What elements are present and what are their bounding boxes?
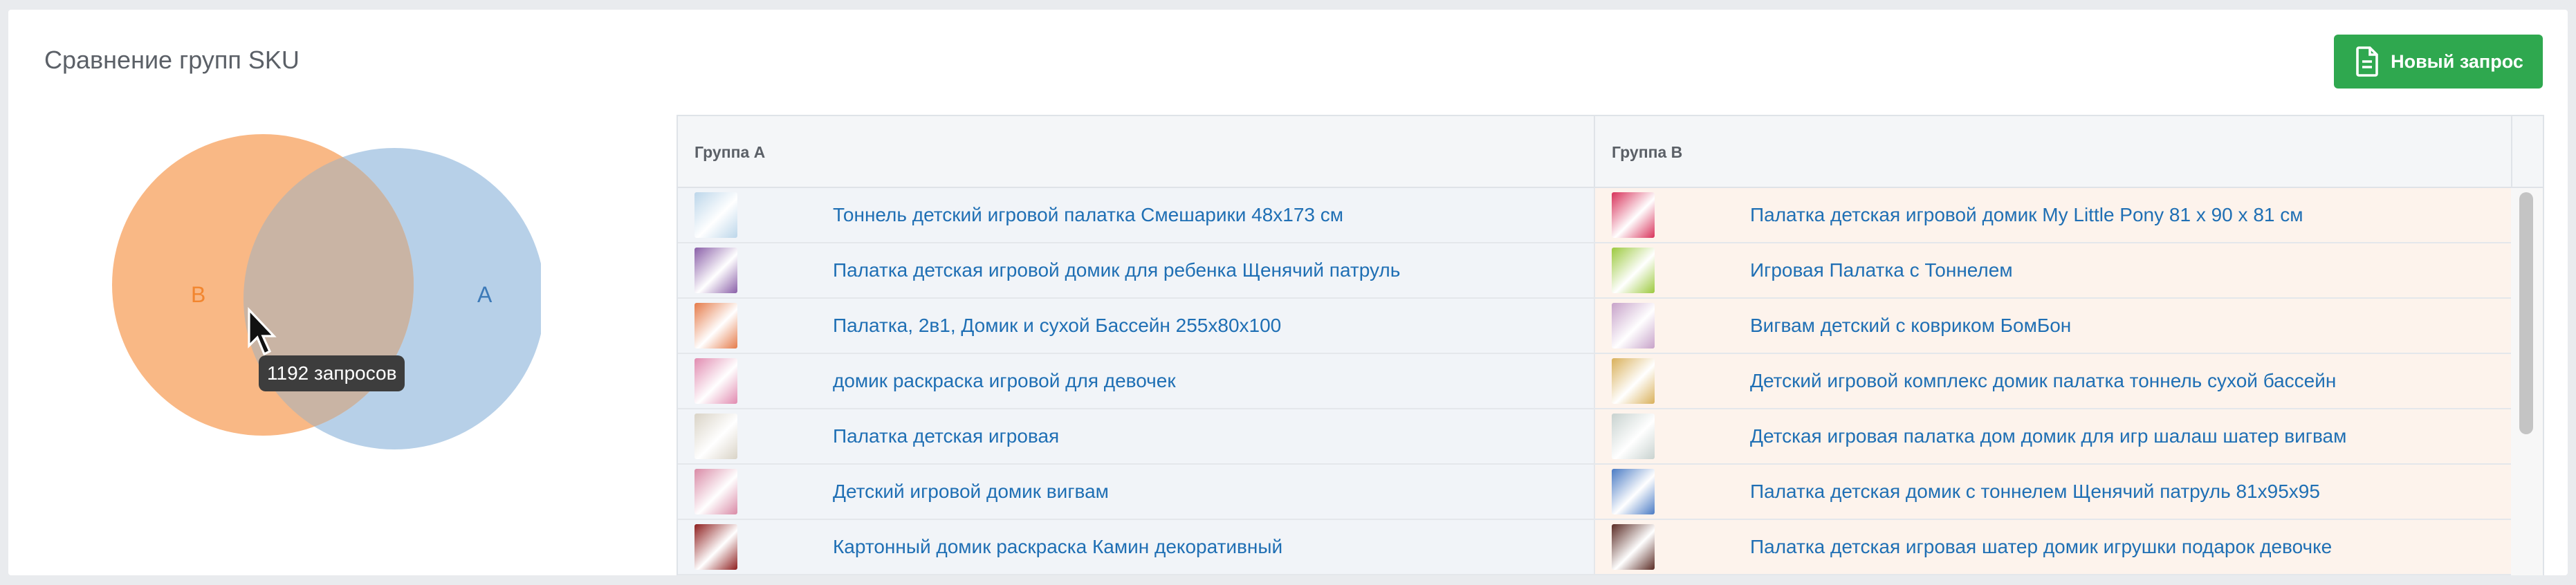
product-thumbnail[interactable] [694,524,737,570]
product-link[interactable]: Палатка детская игровая [833,425,1059,447]
product-thumbnail[interactable] [694,469,737,514]
product-link[interactable]: Тоннель детский игровой палатка Смешарик… [833,204,1343,226]
group-b-cell: Палатка детская домик с тоннелем Щенячий… [1595,465,2514,519]
product-thumbnail[interactable] [1612,358,1655,404]
product-link[interactable]: домик раскраска игровой для девочек [833,370,1176,392]
group-a-cell: Палатка детская игровая [678,409,1595,463]
product-link[interactable]: Палатка детская домик с тоннелем Щенячий… [1750,481,2320,503]
group-b-cell: Детская игровая палатка дом домик для иг… [1595,409,2514,463]
product-thumbnail[interactable] [1612,524,1655,570]
table-row: Тоннель детский игровой палатка Смешарик… [678,188,2514,243]
product-link[interactable]: Детский игровой домик вигвам [833,481,1109,503]
document-icon [2353,46,2381,77]
product-link[interactable]: Палатка детская игровая шатер домик игру… [1750,536,2332,558]
group-a-cell: Картонный домик раскраска Камин декорати… [678,520,1595,574]
column-header-group-a[interactable]: Группа A [678,116,1595,188]
product-link[interactable]: Палатка детская игровой домик для ребенк… [833,259,1400,281]
table-body: Тоннель детский игровой палатка Смешарик… [678,188,2514,575]
table-row: Палатка детская игровая Детская игровая п… [678,409,2514,465]
scrollbar-thumb[interactable] [2519,192,2533,434]
product-thumbnail[interactable] [1612,248,1655,293]
table-row: Детский игровой домик вигвам Палатка детс… [678,465,2514,520]
column-header-group-b[interactable]: Группа B [1595,116,2512,188]
sku-compare-panel: Сравнение групп SKU Новый запрос B A 119… [8,10,2568,575]
venn-label-a: A [477,282,493,307]
table-row: домик раскраска игровой для девочек Детск… [678,354,2514,409]
product-link[interactable]: Вигвам детский с ковриком БомБон [1750,315,2071,337]
product-thumbnail[interactable] [694,303,737,349]
product-thumbnail[interactable] [1612,414,1655,459]
sku-groups-table: Группа A Группа B Тоннель детский игрово… [677,115,2544,575]
product-thumbnail[interactable] [1612,192,1655,238]
venn-label-b: B [191,282,206,307]
group-b-cell: Игровая Палатка с Тоннелем [1595,243,2514,297]
group-b-cell: Палатка детская игровой домик My Little … [1595,188,2514,242]
new-request-button[interactable]: Новый запрос [2334,35,2543,89]
mouse-pointer-icon [246,306,281,358]
panel-title: Сравнение групп SKU [44,46,300,74]
product-link[interactable]: Детский игровой комплекс домик палатка т… [1750,370,2336,392]
group-b-cell: Вигвам детский с ковриком БомБон [1595,299,2514,353]
group-b-cell: Детский игровой комплекс домик палатка т… [1595,354,2514,408]
product-thumbnail[interactable] [694,248,737,293]
product-thumbnail[interactable] [694,358,737,404]
table-header: Группа A Группа B [678,116,2543,188]
product-link[interactable]: Игровая Палатка с Тоннелем [1750,259,2013,281]
group-a-cell: Детский игровой домик вигвам [678,465,1595,519]
group-a-cell: Палатка детская игровой домик для ребенк… [678,243,1595,297]
table-row: Картонный домик раскраска Камин декорати… [678,520,2514,575]
product-link[interactable]: Палатка, 2в1, Домик и сухой Бассейн 255x… [833,315,1281,337]
product-thumbnail[interactable] [694,414,737,459]
table-row: Палатка, 2в1, Домик и сухой Бассейн 255x… [678,299,2514,354]
venn-diagram: B A 1192 запросов [112,134,545,459]
product-thumbnail[interactable] [1612,469,1655,514]
group-a-cell: домик раскраска игровой для девочек [678,354,1595,408]
product-link[interactable]: Картонный домик раскраска Камин декорати… [833,536,1282,558]
new-request-label: Новый запрос [2391,50,2523,72]
product-thumbnail[interactable] [694,192,737,238]
group-a-cell: Тоннель детский игровой палатка Смешарик… [678,188,1595,242]
group-a-cell: Палатка, 2в1, Домик и сухой Бассейн 255x… [678,299,1595,353]
table-scrollbar[interactable] [2511,188,2543,575]
group-b-cell: Палатка детская игровая шатер домик игру… [1595,520,2514,574]
product-link[interactable]: Палатка детская игровой домик My Little … [1750,204,2303,226]
table-row: Палатка детская игровой домик для ребенк… [678,243,2514,299]
product-thumbnail[interactable] [1612,303,1655,349]
product-link[interactable]: Детская игровая палатка дом домик для иг… [1750,425,2346,447]
overlap-tooltip: 1192 запросов [259,355,405,391]
venn-svg [112,134,545,449]
